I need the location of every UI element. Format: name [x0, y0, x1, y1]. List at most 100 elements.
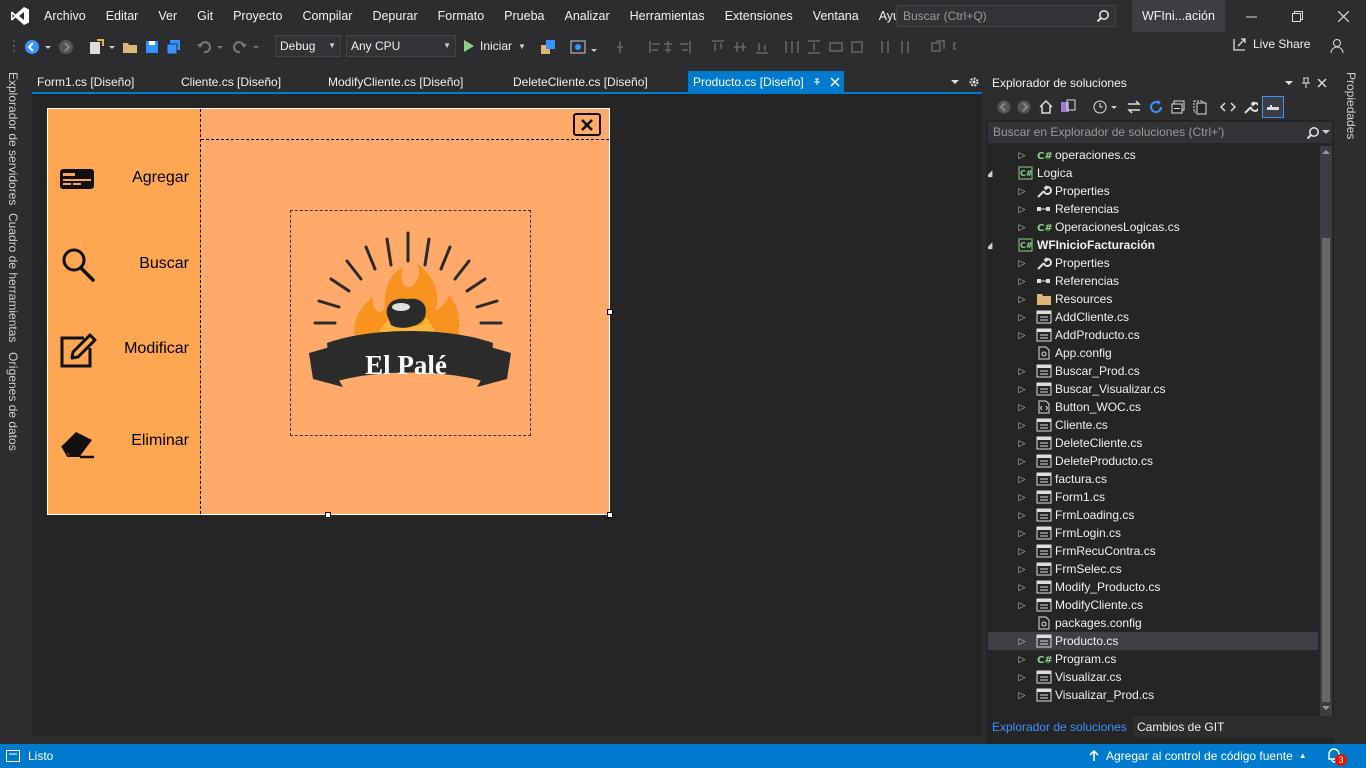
new-dropdown-icon[interactable]	[108, 39, 116, 55]
add-button[interactable]: Agregar	[48, 149, 201, 209]
menu-item-depurar[interactable]: Depurar	[362, 0, 427, 32]
preview-selected-button[interactable]	[1262, 96, 1284, 118]
pin-icon[interactable]	[1301, 77, 1311, 89]
pending-changes-filter-icon[interactable]	[1092, 99, 1108, 115]
tab-deletecliente-design[interactable]: DeleteCliente.cs [Diseño]	[508, 71, 688, 93]
project-title[interactable]: WFIni...ación	[1132, 0, 1225, 32]
collapsed-arrow-icon[interactable]: ▷	[1017, 506, 1027, 524]
tree-item[interactable]: ▷ AddProducto.cs	[988, 326, 1318, 344]
collapsed-arrow-icon[interactable]: ▷	[1017, 542, 1027, 560]
status-output-icon[interactable]	[6, 750, 20, 762]
collapsed-arrow-icon[interactable]: ▷	[1017, 524, 1027, 542]
view-code-icon[interactable]	[1220, 99, 1236, 115]
scroll-up-icon[interactable]	[1322, 148, 1330, 156]
tree-item[interactable]: ▷ DeleteCliente.cs	[988, 434, 1318, 452]
tree-item[interactable]: ▷ Referencias	[988, 272, 1318, 290]
search-button[interactable]: Buscar	[48, 235, 201, 295]
menu-item-editar[interactable]: Editar	[96, 0, 149, 32]
tree-item[interactable]: ▷ FrmRecuContra.cs	[988, 542, 1318, 560]
tree-item[interactable]: ▷ FrmSelec.cs	[988, 560, 1318, 578]
collapsed-arrow-icon[interactable]: ▷	[1017, 200, 1027, 218]
tree-item[interactable]: ▷ Modify_Producto.cs	[988, 578, 1318, 596]
feedback-icon[interactable]	[1330, 38, 1346, 54]
back-icon[interactable]	[996, 99, 1012, 115]
delete-button[interactable]: Eliminar	[48, 412, 201, 472]
show-all-files-icon[interactable]	[1192, 99, 1208, 115]
open-folder-icon[interactable]	[122, 39, 138, 55]
navigate-forward-icon[interactable]	[58, 39, 74, 55]
menu-item-archivo[interactable]: Archivo	[40, 0, 96, 32]
tree-item[interactable]: ▷ C# Program.cs	[988, 650, 1318, 668]
redo-icon[interactable]	[232, 39, 248, 55]
tab-toolbox[interactable]: Cuadro de herramientas	[6, 213, 20, 342]
collapsed-arrow-icon[interactable]: ▷	[1017, 254, 1027, 272]
menu-item-ver[interactable]: Ver	[148, 0, 187, 32]
resize-handle-corner[interactable]	[607, 512, 613, 518]
tab-form1-design[interactable]: Form1.cs [Diseño]	[32, 71, 177, 93]
collapsed-arrow-icon[interactable]: ▷	[1017, 488, 1027, 506]
collapsed-arrow-icon[interactable]: ▷	[1017, 650, 1027, 668]
tree-item[interactable]: ▷ Form1.cs	[988, 488, 1318, 506]
tab-producto-design[interactable]: Producto.cs [Diseño]	[688, 71, 844, 93]
redo-dropdown-icon[interactable]	[252, 39, 260, 55]
tree-item[interactable]: ▷ Producto.cs	[988, 632, 1318, 650]
collapsed-arrow-icon[interactable]: ▷	[1017, 272, 1027, 290]
forward-icon[interactable]	[1016, 99, 1032, 115]
tree-item[interactable]: ▷ factura.cs	[988, 470, 1318, 488]
collapsed-arrow-icon[interactable]: ▷	[1017, 596, 1027, 614]
tree-item[interactable]: ▷ C# operaciones.cs	[988, 146, 1318, 164]
resize-handle-right[interactable]	[607, 309, 613, 315]
undo-dropdown-icon[interactable]	[216, 39, 224, 55]
tree-item[interactable]: ▷ FrmLogin.cs	[988, 524, 1318, 542]
tree-item[interactable]: ▷ Buscar_Visualizar.cs	[988, 380, 1318, 398]
collapsed-arrow-icon[interactable]: ▷	[1017, 578, 1027, 596]
tree-item[interactable]: ▷ FrmLoading.cs	[988, 506, 1318, 524]
menu-item-git[interactable]: Git	[187, 0, 223, 32]
tree-scrollbar[interactable]	[1320, 146, 1332, 716]
tree-item[interactable]: App.config	[988, 344, 1318, 362]
menu-item-extensiones[interactable]: Extensiones	[715, 0, 803, 32]
tree-item[interactable]: ▷ C# OperacionesLogicas.cs	[988, 218, 1318, 236]
tree-item[interactable]: packages.config	[988, 614, 1318, 632]
tab-git-changes[interactable]: Cambios de GIT	[1131, 716, 1230, 738]
expanded-arrow-icon[interactable]: ◢	[988, 236, 994, 254]
collapsed-arrow-icon[interactable]: ▷	[1017, 218, 1027, 236]
close-tab-icon[interactable]	[830, 77, 840, 87]
layout-toolbar-icons[interactable]	[616, 39, 956, 55]
tab-modifycliente-design[interactable]: ModifyCliente.cs [Diseño]	[323, 71, 508, 93]
scrollbar-thumb[interactable]	[1322, 238, 1330, 702]
tab-list-dropdown-icon[interactable]	[950, 77, 960, 87]
notifications-button[interactable]: 3	[1326, 747, 1347, 766]
collapsed-arrow-icon[interactable]: ▷	[1017, 326, 1027, 344]
close-panel-icon[interactable]	[1317, 78, 1327, 88]
preview-dropdown-icon[interactable]	[590, 39, 598, 55]
expanded-arrow-icon[interactable]: ◢	[988, 164, 994, 182]
search-options-dropdown-icon[interactable]	[1322, 128, 1330, 136]
filter-dropdown-icon[interactable]	[1110, 99, 1118, 115]
tree-item[interactable]: ▷ AddCliente.cs	[988, 308, 1318, 326]
solution-search-input[interactable]: Buscar en Explorador de soluciones (Ctrl…	[988, 122, 1332, 143]
menu-item-analizar[interactable]: Analizar	[554, 0, 619, 32]
tab-cliente-design[interactable]: Cliente.cs [Diseño]	[176, 71, 322, 93]
collapsed-arrow-icon[interactable]: ▷	[1017, 146, 1027, 164]
solution-tree[interactable]: ▷ C# operaciones.cs ◢ C# Logica ▷ Properties ▷ Re…	[988, 146, 1318, 716]
switch-views-icon[interactable]	[1060, 99, 1076, 115]
gear-icon[interactable]	[968, 76, 980, 88]
home-icon[interactable]	[1038, 99, 1054, 115]
tree-item[interactable]: ▷ Referencias	[988, 200, 1318, 218]
collapsed-arrow-icon[interactable]: ▷	[1017, 362, 1027, 380]
collapse-all-icon[interactable]	[1170, 99, 1186, 115]
tree-item[interactable]: ▷ Visualizar.cs	[988, 668, 1318, 686]
logo-picturebox[interactable]: El Palé	[290, 210, 531, 436]
collapsed-arrow-icon[interactable]: ▷	[1017, 398, 1027, 416]
collapsed-arrow-icon[interactable]: ▷	[1017, 452, 1027, 470]
tree-item[interactable]: ▷ ModifyCliente.cs	[988, 596, 1318, 614]
resize-handle-bottom[interactable]	[325, 512, 331, 518]
save-all-icon[interactable]	[166, 39, 182, 55]
preview-icon[interactable]	[570, 39, 586, 55]
properties-wrench-icon[interactable]	[1242, 99, 1258, 115]
back-dropdown-icon[interactable]	[44, 39, 52, 55]
tree-item[interactable]: ▷ Resources	[988, 290, 1318, 308]
tab-data-sources[interactable]: Orígenes de datos	[6, 352, 20, 451]
restore-button[interactable]	[1274, 0, 1320, 32]
